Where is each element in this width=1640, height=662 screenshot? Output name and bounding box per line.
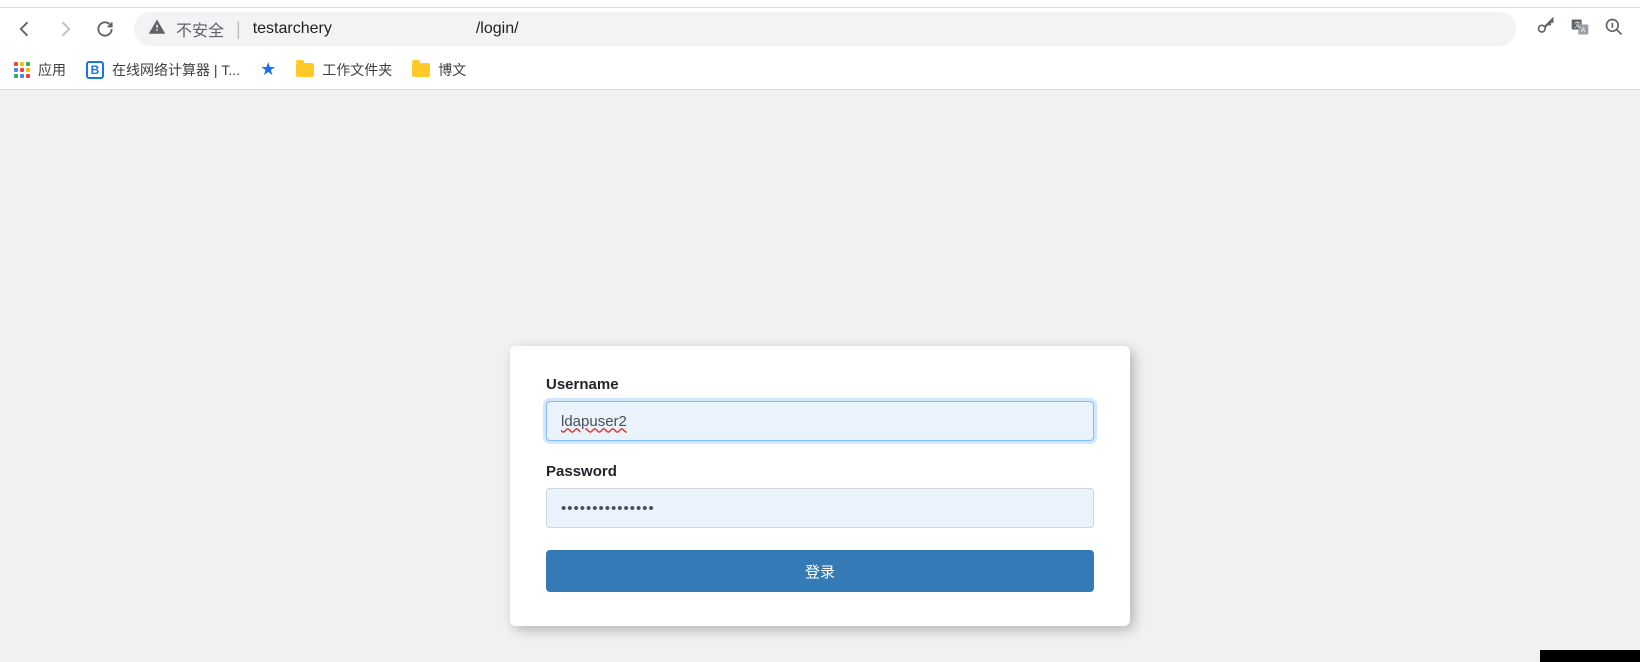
zoom-icon[interactable] — [1604, 17, 1624, 42]
omnibox[interactable]: 不安全 | testarchery /login/ — [134, 12, 1516, 46]
url-text: testarchery /login/ — [253, 19, 519, 39]
bookmark-label: 博文 — [438, 60, 466, 80]
bookmark-star[interactable]: ★ — [260, 59, 276, 80]
forward-button[interactable] — [48, 12, 82, 46]
url-prefix: testarchery — [253, 20, 332, 38]
login-button[interactable]: 登录 — [546, 550, 1094, 592]
login-card: Username ldapuser2 Password ••••••••••••… — [510, 346, 1130, 626]
bottom-right-strip — [1540, 650, 1640, 662]
username-label: Username — [546, 376, 1094, 393]
username-group: Username ldapuser2 — [546, 376, 1094, 441]
reload-button[interactable] — [88, 12, 122, 46]
svg-text:A: A — [1581, 27, 1586, 34]
star-icon: ★ — [260, 59, 276, 80]
password-value: ••••••••••••••• — [561, 500, 655, 517]
translate-icon[interactable]: 文A — [1570, 17, 1590, 42]
separator: | — [236, 19, 241, 40]
browser-top-edge — [0, 0, 1640, 8]
password-group: Password ••••••••••••••• — [546, 463, 1094, 528]
not-secure-icon — [148, 18, 166, 41]
bookmarks-bar: 应用 B 在线网络计算器 | T... ★ 工作文件夹 博文 — [0, 50, 1640, 90]
username-input[interactable]: ldapuser2 — [546, 401, 1094, 441]
address-bar: 不安全 | testarchery /login/ 文A — [0, 8, 1640, 50]
apps-grid-icon — [14, 62, 30, 78]
apps-shortcut[interactable]: 应用 — [14, 60, 66, 80]
omnibox-right-icons: 文A — [1528, 17, 1632, 42]
username-value: ldapuser2 — [561, 413, 627, 430]
bookmark-calculator[interactable]: B 在线网络计算器 | T... — [86, 60, 240, 80]
bookmark-folder-blog[interactable]: 博文 — [412, 60, 466, 80]
password-label: Password — [546, 463, 1094, 480]
not-secure-label: 不安全 — [176, 17, 224, 41]
key-icon[interactable] — [1536, 17, 1556, 42]
bookmark-label: 工作文件夹 — [322, 60, 392, 80]
bookmark-label: 在线网络计算器 | T... — [112, 60, 240, 80]
bookmark-folder-work[interactable]: 工作文件夹 — [296, 60, 392, 80]
url-redacted — [334, 19, 474, 39]
folder-icon — [296, 63, 314, 77]
back-button[interactable] — [8, 12, 42, 46]
url-suffix: /login/ — [476, 20, 519, 38]
folder-icon — [412, 63, 430, 77]
password-input[interactable]: ••••••••••••••• — [546, 488, 1094, 528]
b-letter-icon: B — [86, 61, 104, 79]
apps-label: 应用 — [38, 60, 66, 80]
